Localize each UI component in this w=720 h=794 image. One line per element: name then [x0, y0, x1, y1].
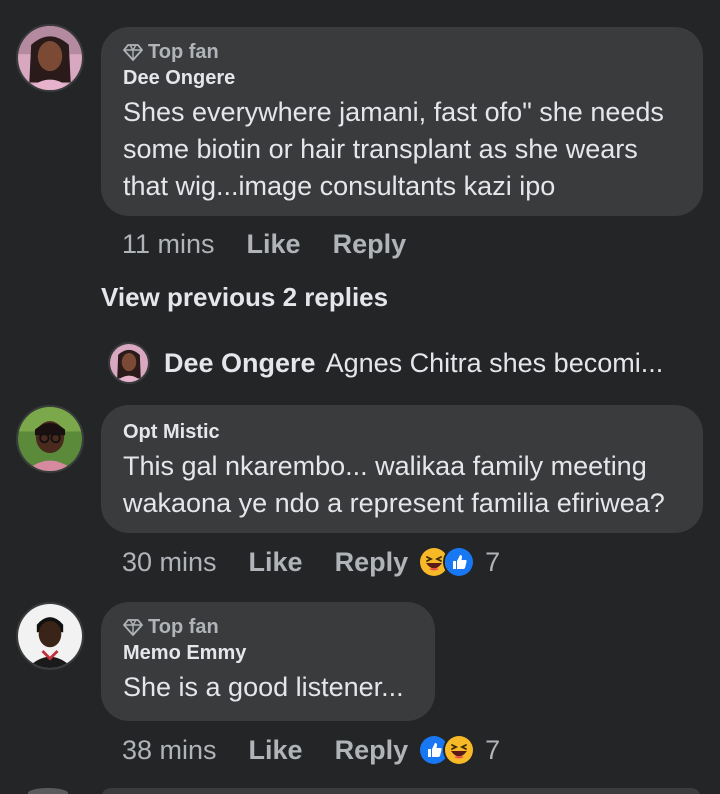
like-button[interactable]: Like	[247, 229, 301, 260]
reply-author: Dee Ongere	[164, 347, 316, 378]
reply-text: Agnes Chitra shes becomi...	[325, 347, 664, 378]
reactions-summary[interactable]: 7	[418, 734, 500, 766]
comment-text: She is a good listener...	[123, 672, 404, 702]
badge-label: Top fan	[148, 40, 219, 63]
reply-button[interactable]: Reply	[335, 735, 409, 766]
reply-button[interactable]: Reply	[335, 547, 409, 578]
profile-photo-dee-ongere-small	[110, 344, 148, 382]
like-button[interactable]: Like	[249, 735, 303, 766]
reaction-count: 7	[485, 734, 501, 765]
comment-author[interactable]: Opt Mistic	[123, 419, 681, 445]
comment-bubble: Opt Mistic This gal nkarembo... walikaa …	[101, 405, 703, 533]
avatar[interactable]	[28, 788, 68, 794]
comment-actions: 11 mins Like Reply	[122, 224, 416, 264]
comment-bubble: Top fan Memo Emmy She is a good listener…	[101, 602, 435, 721]
avatar[interactable]	[16, 24, 84, 92]
comment-time[interactable]: 38 mins	[122, 735, 217, 766]
reply-button[interactable]: Reply	[333, 229, 407, 260]
avatar[interactable]	[16, 405, 84, 473]
top-fan-badge: Top fan	[123, 614, 413, 640]
comment-actions: 30 mins Like Reply 7	[122, 542, 500, 582]
like-icon	[443, 546, 476, 578]
profile-photo-opt-mistic	[18, 407, 82, 471]
comment-text: This gal nkarembo... walikaa family meet…	[123, 451, 665, 518]
comment-actions: 38 mins Like Reply 7	[122, 730, 500, 770]
reactions-summary[interactable]: 7	[418, 546, 500, 578]
comment-bubble	[101, 788, 701, 794]
badge-label: Top fan	[148, 615, 219, 638]
comment-bubble: Top fan Dee Ongere Shes everywhere jaman…	[101, 27, 703, 216]
comment-text: Shes everywhere jamani, fast ofo" she ne…	[123, 97, 664, 201]
profile-photo-dee-ongere	[18, 26, 82, 90]
reply-preview[interactable]: Dee Ongere Agnes Chitra shes becomi...	[108, 340, 663, 386]
diamond-icon	[123, 619, 143, 636]
view-previous-replies-link[interactable]: View previous 2 replies	[101, 282, 388, 313]
comment-author[interactable]: Dee Ongere	[123, 65, 681, 91]
avatar	[108, 342, 150, 384]
comment-author[interactable]: Memo Emmy	[123, 640, 413, 666]
comment-time[interactable]: 30 mins	[122, 547, 217, 578]
comment-time[interactable]: 11 mins	[122, 229, 215, 260]
profile-photo-memo-emmy	[18, 604, 82, 668]
like-button[interactable]: Like	[249, 547, 303, 578]
comments-thread: Top fan Dee Ongere Shes everywhere jaman…	[0, 0, 720, 794]
avatar[interactable]	[16, 602, 84, 670]
top-fan-badge: Top fan	[123, 39, 681, 65]
haha-icon	[443, 734, 476, 766]
reaction-count: 7	[485, 546, 501, 577]
diamond-icon	[123, 44, 143, 61]
